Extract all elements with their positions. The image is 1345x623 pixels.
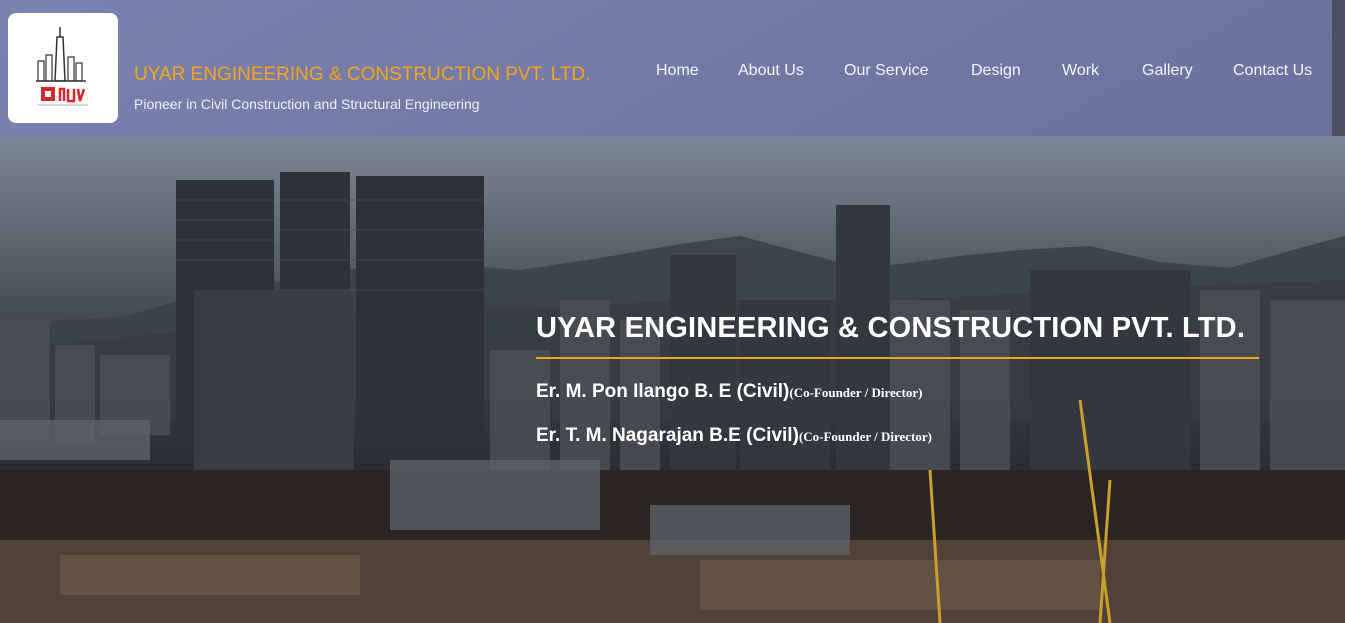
company-logo[interactable] (8, 13, 118, 123)
nav-item-home[interactable]: Home (656, 62, 699, 80)
founder-role: (Co-Founder / Director) (798, 429, 933, 444)
logo-tower-icon (36, 27, 88, 106)
company-name: UYAR ENGINEERING & CONSTRUCTION PVT. LTD… (134, 64, 591, 85)
nav-item-about-us[interactable]: About Us (738, 62, 804, 80)
founder-name: Er. T. M. Nagarajan B.E (Civil) (536, 425, 799, 446)
hero-title: UYAR ENGINEERING & CONSTRUCTION PVT. LTD… (536, 312, 1246, 344)
hero-divider (536, 357, 1259, 359)
founder-role: (Co-Founder / Director) (789, 385, 923, 400)
nav-item-our-service[interactable]: Our Service (844, 62, 928, 80)
nav-item-contact-us[interactable]: Contact Us (1233, 62, 1312, 80)
scrollbar[interactable] (1332, 0, 1345, 136)
founder-name: Er. M. Pon Ilango B. E (Civil) (536, 381, 790, 402)
founder-line-1: Er. M. Pon Ilango B. E (Civil)(Co-Founde… (536, 381, 922, 403)
nav-item-gallery[interactable]: Gallery (1142, 62, 1193, 80)
founder-line-2: Er. T. M. Nagarajan B.E (Civil)(Co-Found… (536, 425, 932, 447)
site-header: UYAR ENGINEERING & CONSTRUCTION PVT. LTD… (0, 0, 1332, 136)
company-tagline: Pioneer in Civil Construction and Struct… (134, 96, 480, 112)
nav-item-work[interactable]: Work (1062, 62, 1099, 80)
nav-item-design[interactable]: Design (971, 62, 1021, 80)
